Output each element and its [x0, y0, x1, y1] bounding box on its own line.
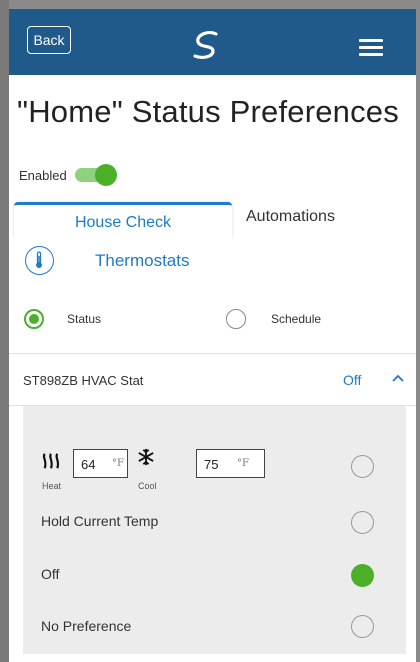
window-edge-top	[9, 0, 416, 9]
thermometer-icon	[25, 246, 54, 275]
cool-setpoint-input[interactable]: 75 °F	[196, 449, 265, 478]
section-title-thermostats: Thermostats	[95, 251, 190, 270]
enabled-toggle[interactable]	[74, 164, 117, 186]
schedule-radio[interactable]	[226, 309, 246, 329]
toggle-knob	[94, 164, 117, 186]
off-option-radio[interactable]	[351, 564, 374, 587]
thermostat-card: Thermostats Status Schedule ST898ZB HVAC…	[9, 238, 416, 406]
heat-waves-icon	[42, 453, 60, 469]
heat-caption: Heat	[42, 481, 62, 491]
brand-logo-icon	[193, 30, 218, 59]
tab-house-check[interactable]: House Check	[14, 202, 232, 238]
enabled-label: Enabled	[19, 167, 67, 183]
app-frame: Back "Home" Status Preferences Enabled H…	[0, 0, 420, 662]
preference-panel: Heat 64 °F Cool 75 °F Hold Current Temp …	[23, 406, 406, 654]
no-preference-radio[interactable]	[351, 615, 374, 638]
tab-automations[interactable]: Automations	[246, 208, 335, 226]
status-radio-label: Status	[67, 312, 102, 326]
page-title: "Home" Status Preferences	[17, 94, 399, 129]
window-edge-right	[416, 0, 420, 662]
cool-setpoint-value: 75	[204, 457, 219, 472]
bottom-margin	[9, 654, 416, 662]
tab-bar: House Check Automations	[14, 202, 416, 238]
enabled-row: Enabled	[19, 164, 117, 186]
setpoint-option-radio[interactable]	[351, 455, 374, 478]
back-button[interactable]: Back	[27, 26, 71, 54]
divider	[9, 353, 416, 354]
hold-current-temp-radio[interactable]	[351, 511, 374, 534]
snowflake-icon	[138, 448, 154, 466]
device-name: ST898ZB HVAC Stat	[23, 373, 144, 388]
device-state: Off	[343, 372, 362, 388]
no-preference-label: No Preference	[41, 618, 132, 634]
heat-setpoint-value: 64	[81, 457, 96, 472]
hamburger-menu-icon[interactable]	[359, 39, 383, 56]
window-edge-left	[0, 0, 9, 662]
cool-setpoint-unit: °F	[237, 458, 249, 469]
app-header: Back	[9, 9, 416, 75]
cool-caption: Cool	[138, 481, 157, 491]
schedule-radio-label: Schedule	[271, 312, 322, 326]
hold-current-temp-label: Hold Current Temp	[41, 513, 159, 529]
heat-setpoint-input[interactable]: 64 °F	[73, 449, 128, 478]
off-option-label: Off	[41, 566, 60, 582]
heat-setpoint-unit: °F	[112, 458, 124, 469]
chevron-up-icon[interactable]	[391, 373, 405, 383]
status-radio[interactable]	[24, 309, 44, 329]
